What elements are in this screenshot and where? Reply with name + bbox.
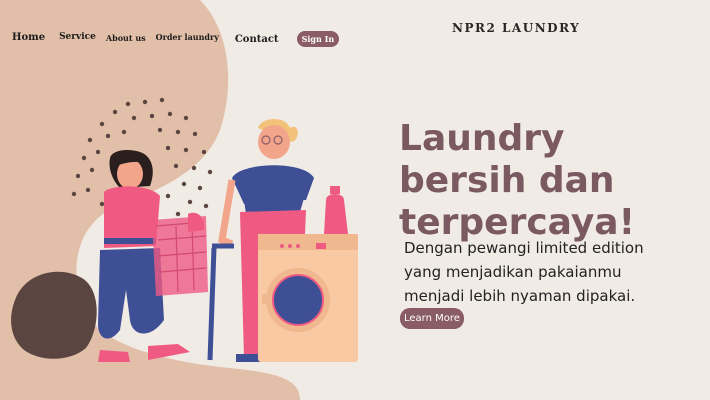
detergent-bottle <box>324 186 348 234</box>
headline-line-2: bersih dan <box>399 160 615 201</box>
nav-order-laundry[interactable]: Order laundry <box>156 32 219 42</box>
nav-home[interactable]: Home <box>12 32 45 43</box>
sign-in-button[interactable]: Sign In <box>296 31 340 47</box>
nav-contact[interactable]: Contact <box>235 34 279 45</box>
nav-service[interactable]: Service <box>59 32 96 42</box>
desc-line-1: Dengan pewangi limited edition <box>404 239 644 257</box>
brand-logo-text: NPR2 LAUNDRY <box>452 21 581 35</box>
hero-description: Dengan pewangi limited edition yang menj… <box>404 236 664 308</box>
washing-machine <box>258 234 358 362</box>
desc-line-2: yang menjadikan pakaianmu <box>404 263 622 281</box>
learn-more-button[interactable]: Learn More <box>400 308 464 329</box>
desc-line-3: menjadi lebih nyaman dipakai. <box>404 287 636 305</box>
main-nav: Home Service About us Order laundry Cont… <box>12 28 340 47</box>
hero-headline: Laundry bersih dan terpercaya! <box>399 118 699 244</box>
headline-line-1: Laundry <box>399 118 565 159</box>
woman-with-basket <box>98 150 208 362</box>
nav-about-us[interactable]: About us <box>106 33 146 43</box>
